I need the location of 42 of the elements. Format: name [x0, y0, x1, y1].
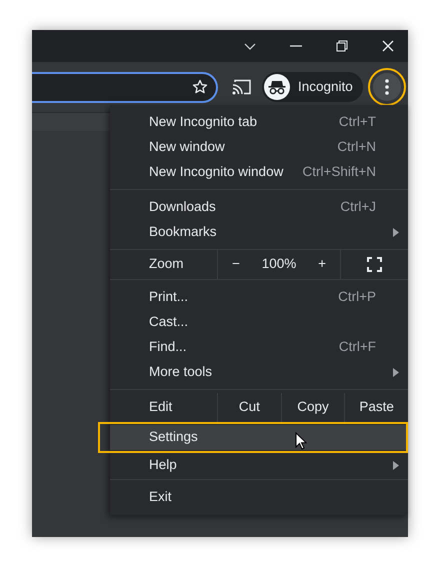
menu-item[interactable]: Help: [110, 453, 408, 478]
cursor-icon: [295, 432, 307, 450]
edit-button[interactable]: Copy: [280, 393, 344, 422]
close-icon[interactable]: [382, 40, 394, 52]
menu-item[interactable]: Settings: [110, 425, 406, 450]
zoom-out-button[interactable]: −: [226, 254, 246, 275]
edit-button[interactable]: Paste: [344, 393, 408, 422]
submenu-arrow-icon: [393, 368, 399, 377]
menu-item[interactable]: More tools: [110, 360, 408, 385]
zoom-in-button[interactable]: +: [312, 254, 332, 275]
hat-glasses-icon: [268, 79, 286, 95]
menu-button[interactable]: [372, 73, 401, 101]
shortcut-text: Ctrl+T: [338, 113, 376, 132]
zoom-label: Zoom: [148, 255, 185, 274]
cast-icon[interactable]: [232, 79, 252, 95]
menu-item[interactable]: Downloads Ctrl+J: [110, 195, 408, 220]
chevron-down-icon[interactable]: [244, 42, 256, 50]
menu-item[interactable]: New Incognito window Ctrl+Shift+N: [110, 160, 408, 185]
edit-button[interactable]: Cut: [217, 393, 281, 422]
shortcut-text: Ctrl+J: [340, 198, 376, 216]
menu-item[interactable]: Print... Ctrl+P: [110, 285, 408, 310]
menu-item[interactable]: New window Ctrl+N: [110, 135, 408, 160]
star-icon[interactable]: [192, 79, 208, 95]
shortcut-text: Ctrl+F: [338, 338, 376, 356]
shortcut-text: Ctrl+P: [338, 288, 376, 306]
menu-item[interactable]: New Incognito tab Ctrl+T: [110, 110, 408, 135]
address-bar[interactable]: [32, 72, 218, 102]
menu-item[interactable]: Find... Ctrl+F: [110, 335, 408, 360]
shortcut-text: Ctrl+Shift+N: [302, 163, 376, 182]
fullscreen-icon[interactable]: [367, 257, 382, 272]
submenu-arrow-icon: [393, 228, 399, 237]
edit-label: Edit: [148, 398, 174, 416]
menu-item[interactable]: Cast...: [110, 310, 408, 335]
menu-item[interactable]: Bookmarks: [110, 220, 408, 245]
zoom-value: 100%: [262, 255, 296, 274]
kebab-icon: [384, 79, 389, 95]
shortcut-text: Ctrl+N: [337, 138, 376, 156]
submenu-arrow-icon: [393, 461, 399, 470]
restore-icon[interactable]: [336, 40, 348, 52]
minimize-icon[interactable]: [290, 45, 302, 47]
menu-item[interactable]: Exit: [110, 485, 408, 510]
incognito-chip[interactable]: Incognito: [262, 72, 363, 102]
